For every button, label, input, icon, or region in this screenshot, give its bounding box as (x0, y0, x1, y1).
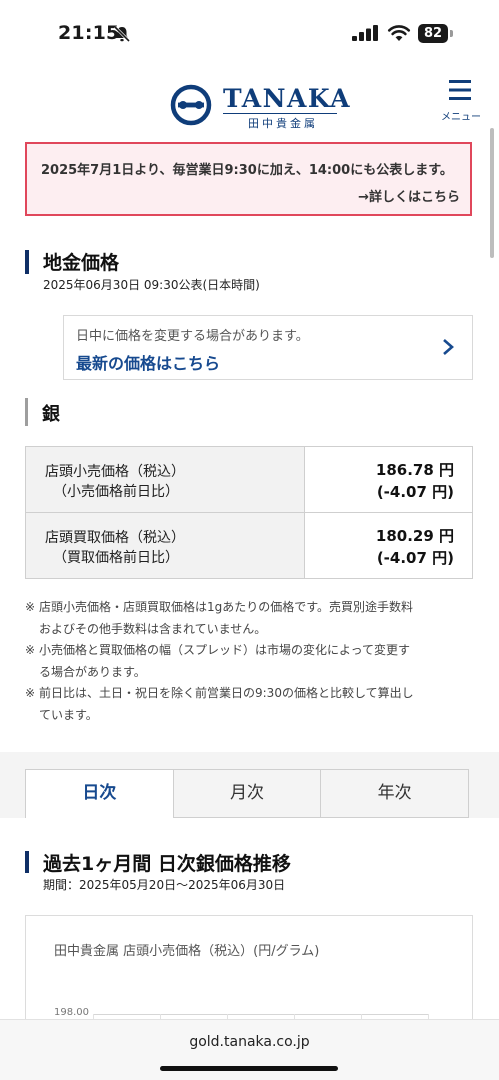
site-header: TANAKA 田中貴金属 メニュー (0, 68, 499, 140)
trend-period: 期間：2025年05月20日～2025年06月30日 (43, 878, 286, 892)
price-notes: ※ 店頭小売価格・店頭買取価格は1gあたりの価格です。売買別途手数料 およびその… (25, 597, 495, 726)
hamburger-icon (449, 80, 471, 100)
page-scrollbar[interactable] (490, 128, 494, 258)
announcement-banner: 2025年7月1日より、毎営業日9:30に加え、14:00にも公表します。 →詳… (25, 142, 472, 216)
table-row: 店頭買取価格（税込） （買取価格前日比） 180.29 円 (-4.07 円) (26, 513, 472, 578)
announcement-details-link[interactable]: →詳しくはこちら (358, 186, 460, 205)
chart-title: 田中貴金属 店頭小売価格（税込）(円/グラム) (54, 944, 320, 959)
url-text[interactable]: gold.tanaka.co.jp (0, 1034, 499, 1050)
buyback-change-label: （買取価格前日比） (53, 550, 179, 566)
tab-monthly[interactable]: 月次 (173, 769, 322, 818)
tab-yearly[interactable]: 年次 (321, 769, 470, 818)
list-item: ※ 前日比は、土日・祝日を除く前営業日の9:30の価格と比較して算出し ています… (25, 686, 414, 722)
price-change-note: 日中に価格を変更する場合があります。 (76, 329, 309, 344)
chart-y-tick: 198.00 (54, 1007, 89, 1018)
tanaka-logo[interactable]: TANAKA 田中貴金属 (170, 82, 350, 130)
browser-address-bar[interactable]: gold.tanaka.co.jp (0, 1019, 499, 1080)
retail-price-label: 店頭小売価格（税込） (45, 464, 185, 480)
battery-level: 82 (418, 24, 448, 43)
announcement-text: 2025年7月1日より、毎営業日9:30に加え、14:00にも公表します。 (41, 163, 453, 178)
metal-title: 銀 (42, 404, 60, 425)
period-tabs: 日次 月次 年次 (25, 769, 470, 818)
table-row: 店頭小売価格（税込） （小売価格前日比） 186.78 円 (-4.07 円) (26, 447, 472, 513)
trend-title: 過去1ヶ月間 日次銀価格推移 (43, 853, 291, 875)
brand-name: TANAKA (223, 84, 351, 113)
latest-price-box[interactable]: 日中に価格を変更する場合があります。 最新の価格はこちら (63, 315, 473, 380)
tab-daily[interactable]: 日次 (25, 769, 174, 818)
page-title: 地金価格 (43, 252, 120, 274)
status-bar: 21:15 82 (0, 0, 499, 68)
price-table: 店頭小売価格（税込） （小売価格前日比） 186.78 円 (-4.07 円) … (25, 446, 473, 579)
retail-price-change: (-4.07 円) (376, 483, 454, 501)
home-indicator[interactable] (160, 1066, 338, 1071)
cellular-signal-icon (352, 25, 378, 41)
retail-change-label: （小売価格前日比） (53, 484, 179, 500)
published-date: 2025年06月30日 09:30公表(日本時間) (43, 278, 260, 292)
wifi-icon (387, 25, 411, 41)
status-time: 21:15 (58, 22, 120, 44)
menu-button[interactable]: メニュー (434, 78, 488, 124)
list-item: ※ 店頭小売価格・店頭買取価格は1gあたりの価格です。売買別途手数料 およびその… (25, 600, 414, 636)
price-chart-card: 田中貴金属 店頭小売価格（税込）(円/グラム) 198.00 (25, 915, 473, 1036)
logo-mark-icon (170, 84, 212, 126)
buyback-price-value: 180.29 円 (375, 527, 454, 545)
period-tab-area: 日次 月次 年次 (0, 752, 499, 818)
battery-icon: 82 (418, 24, 454, 43)
buyback-price-label: 店頭買取価格（税込） (45, 530, 185, 546)
list-item: ※ 小売価格と買取価格の幅（スプレッド）は市場の変化によって変更す る場合があり… (25, 643, 411, 679)
retail-price-value: 186.78 円 (375, 461, 454, 479)
bell-slash-icon (113, 25, 131, 43)
buyback-price-change: (-4.07 円) (376, 549, 454, 567)
latest-price-link[interactable]: 最新の価格はこちら (76, 350, 220, 374)
menu-label: メニュー (441, 112, 481, 123)
chevron-right-icon (443, 339, 454, 355)
brand-sub: 田中貴金属 (248, 117, 318, 130)
